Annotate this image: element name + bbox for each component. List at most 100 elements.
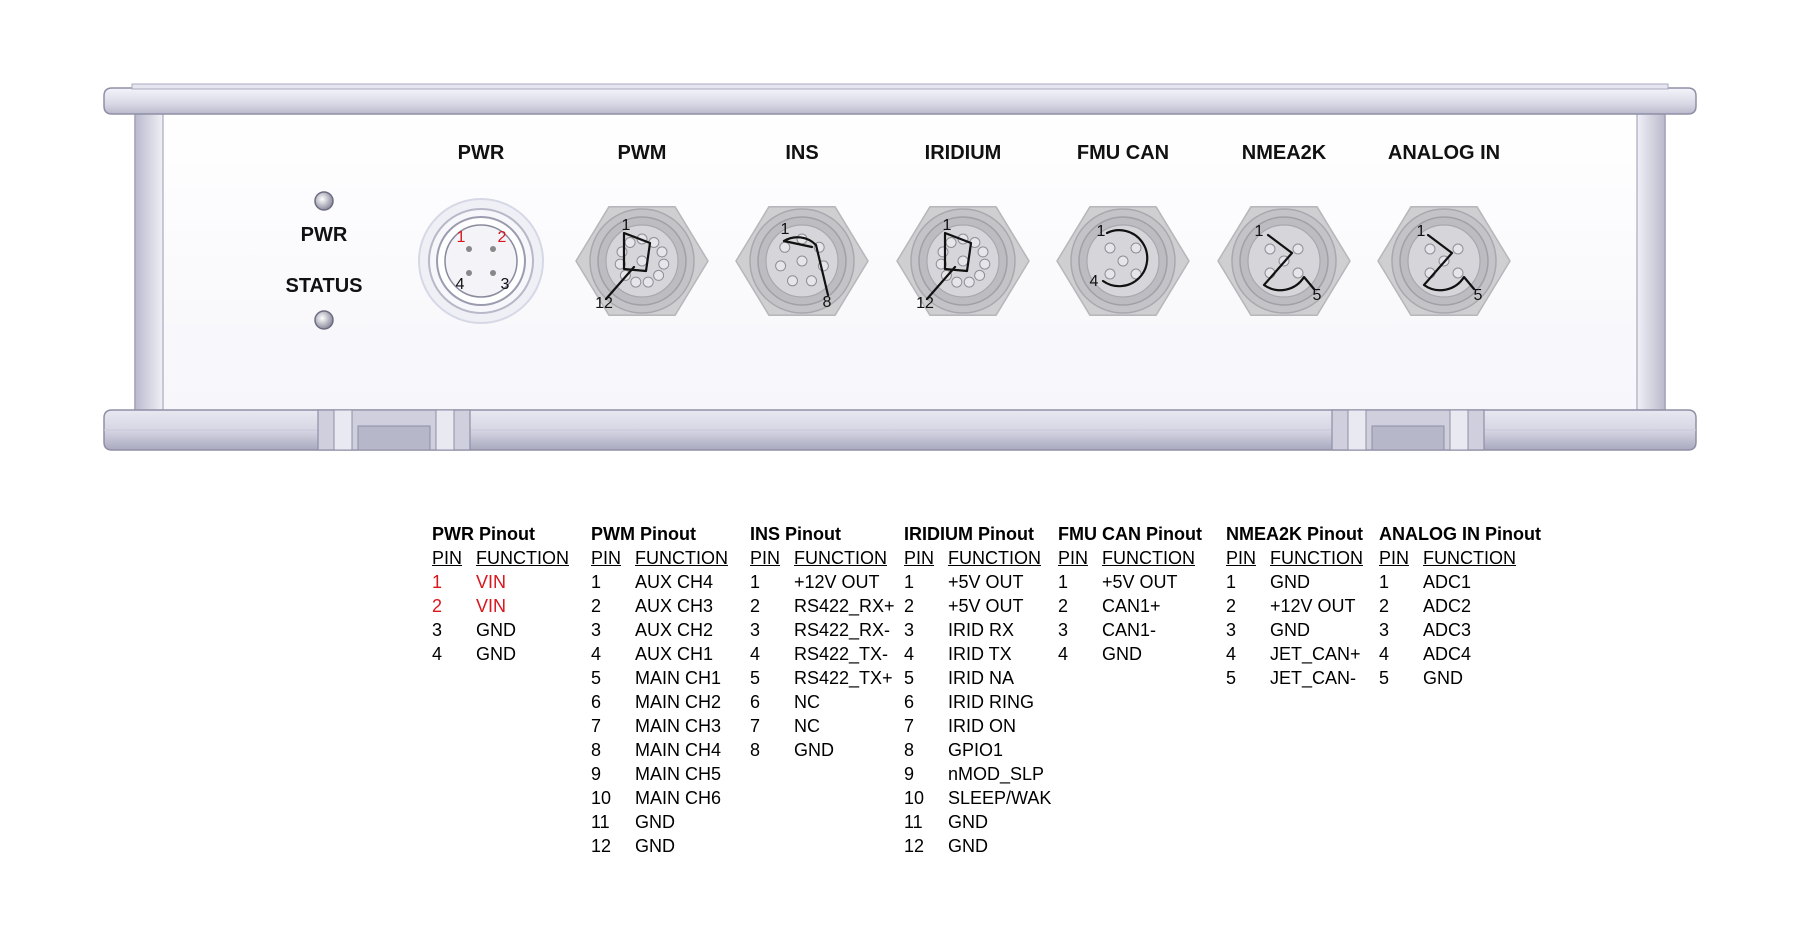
pinout-row: 4 JET_CAN+	[1226, 642, 1363, 666]
pinout-row: 9 nMOD_SLP	[904, 762, 1051, 786]
pin-number: 3	[750, 620, 761, 640]
pin-function: AUX CH1	[635, 644, 714, 664]
pin-function: MAIN CH1	[635, 668, 722, 688]
pin-function: GND	[635, 836, 675, 856]
pinout-row: 4 IRID TX	[904, 642, 1051, 666]
pinout-row: 8 MAIN CH4	[591, 738, 728, 762]
fmucan-pin-first-label: 1	[1096, 223, 1106, 240]
pinout-row: 5 MAIN CH1	[591, 666, 728, 690]
pin-function: +5V OUT	[1102, 572, 1178, 592]
pin-number: 3	[1379, 620, 1390, 640]
pinout-row: 9 MAIN CH5	[591, 762, 728, 786]
pin-function: RS422_RX-	[794, 620, 891, 640]
analog-pin-first-label: 1	[1416, 223, 1426, 240]
pwm-pin-first-label: 1	[621, 217, 631, 234]
pin-function: GND	[948, 836, 988, 856]
pin-number: 9	[904, 764, 915, 784]
pinout-row: 1 AUX CH4	[591, 570, 728, 594]
pin-number: 2	[1226, 596, 1237, 616]
pin-number: 4	[1058, 644, 1069, 664]
pinout-row: 10 SLEEP/WAK	[904, 786, 1051, 810]
pin-column-header: PIN	[750, 548, 781, 568]
pin-function: SLEEP/WAK	[948, 788, 1052, 808]
pinout-row: 12 GND	[591, 834, 728, 858]
pinout-row: 5 IRID NA	[904, 666, 1051, 690]
pin-number: 3	[591, 620, 602, 640]
pin-function: IRID ON	[948, 716, 1017, 736]
pinout-row: 5 RS422_TX+	[750, 666, 895, 690]
pin-number: 12	[904, 836, 925, 856]
pin-function: MAIN CH6	[635, 788, 722, 808]
pinout-row: 8 GND	[750, 738, 895, 762]
pinout-title: ANALOG IN Pinout	[1379, 524, 1541, 544]
pin-number: 12	[591, 836, 612, 856]
function-column-header: FUNCTION	[948, 548, 1041, 568]
pinout-row: 2 VIN	[432, 594, 569, 618]
pinout-row: 1 VIN	[432, 570, 569, 594]
pinout-row: 2 +12V OUT	[1226, 594, 1363, 618]
pinout-row: 7 IRID ON	[904, 714, 1051, 738]
pin-number: 3	[1226, 620, 1237, 640]
pin-number: 7	[750, 716, 761, 736]
pin-function: ADC4	[1423, 644, 1472, 664]
pin-function: CAN1+	[1102, 596, 1161, 616]
pinout-header: PIN FUNCTION	[1226, 546, 1363, 570]
pin-number: 10	[904, 788, 925, 808]
pin-function: NC	[794, 716, 820, 736]
pin-function: MAIN CH5	[635, 764, 722, 784]
pin-column-header: PIN	[591, 548, 622, 568]
pin-number: 1	[1058, 572, 1069, 592]
pin-function: ADC1	[1423, 572, 1472, 592]
pinout-row: 3 ADC3	[1379, 618, 1541, 642]
pin-number: 1	[904, 572, 915, 592]
pinout-header: PIN FUNCTION	[750, 546, 895, 570]
enclosure-front-view	[103, 83, 1697, 451]
pinout-row: 12 GND	[904, 834, 1051, 858]
pin-function: RS422_TX+	[794, 668, 893, 688]
pin-number: 5	[1226, 668, 1237, 688]
pin-number: 5	[1379, 668, 1390, 688]
pinout-row: 8 GPIO1	[904, 738, 1051, 762]
pinout-row: 2 +5V OUT	[904, 594, 1051, 618]
mounting-slot-right	[1331, 409, 1485, 451]
fmucan-pin-last-label: 4	[1089, 273, 1099, 290]
iridium-pin-first-label: 1	[942, 217, 952, 234]
pinout-row: 7 MAIN CH3	[591, 714, 728, 738]
pin-number: 3	[432, 620, 443, 640]
ins-pin-last-label: 8	[822, 294, 832, 311]
pinout-row: 2 AUX CH3	[591, 594, 728, 618]
pin-number: 4	[432, 644, 443, 664]
pwm-pinout-table: PWM Pinout PIN FUNCTION 1 AUX CH4 2 AUX CH3 3 AU…	[591, 522, 728, 858]
pin-column-header: PIN	[1226, 548, 1257, 568]
pin-column-header: PIN	[1379, 548, 1410, 568]
pin-function: GND	[1270, 572, 1310, 592]
pin-function: IRID RX	[948, 620, 1015, 640]
pin-number: 6	[591, 692, 602, 712]
mounting-slot-left	[317, 409, 471, 451]
pin-function: +5V OUT	[948, 596, 1024, 616]
pinout-row: 4 GND	[1058, 642, 1202, 666]
nmea2k-pin-last-label: 5	[1312, 287, 1322, 304]
pinout-row: 6 IRID RING	[904, 690, 1051, 714]
pinout-header: PIN FUNCTION	[591, 546, 728, 570]
pin-number: 5	[750, 668, 761, 688]
pinout-header: PIN FUNCTION	[904, 546, 1051, 570]
pin-function: GND	[1102, 644, 1142, 664]
pin-function: AUX CH3	[635, 596, 714, 616]
analog-connector-label: ANALOG IN	[1387, 142, 1501, 164]
pwr-pinout-table: PWR Pinout PIN FUNCTION 1 VIN 2 VIN 3 GND 4 GND	[432, 522, 569, 666]
pin-function: GND	[1270, 620, 1310, 640]
pinout-row: 2 CAN1+	[1058, 594, 1202, 618]
pinout-row: 2 ADC2	[1379, 594, 1541, 618]
pin-function: GND	[476, 644, 516, 664]
pinout-row: 11 GND	[904, 810, 1051, 834]
pinout-row: 3 GND	[1226, 618, 1363, 642]
pinout-row: 4 AUX CH1	[591, 642, 728, 666]
pin-number: 2	[432, 596, 443, 616]
pin-function: JET_CAN-	[1270, 668, 1357, 688]
pin-number: 7	[591, 716, 602, 736]
pin-number: 1	[750, 572, 761, 592]
pin-function: ADC2	[1423, 596, 1472, 616]
pinout-title: PWR Pinout	[432, 524, 535, 544]
pin-number: 3	[1058, 620, 1069, 640]
